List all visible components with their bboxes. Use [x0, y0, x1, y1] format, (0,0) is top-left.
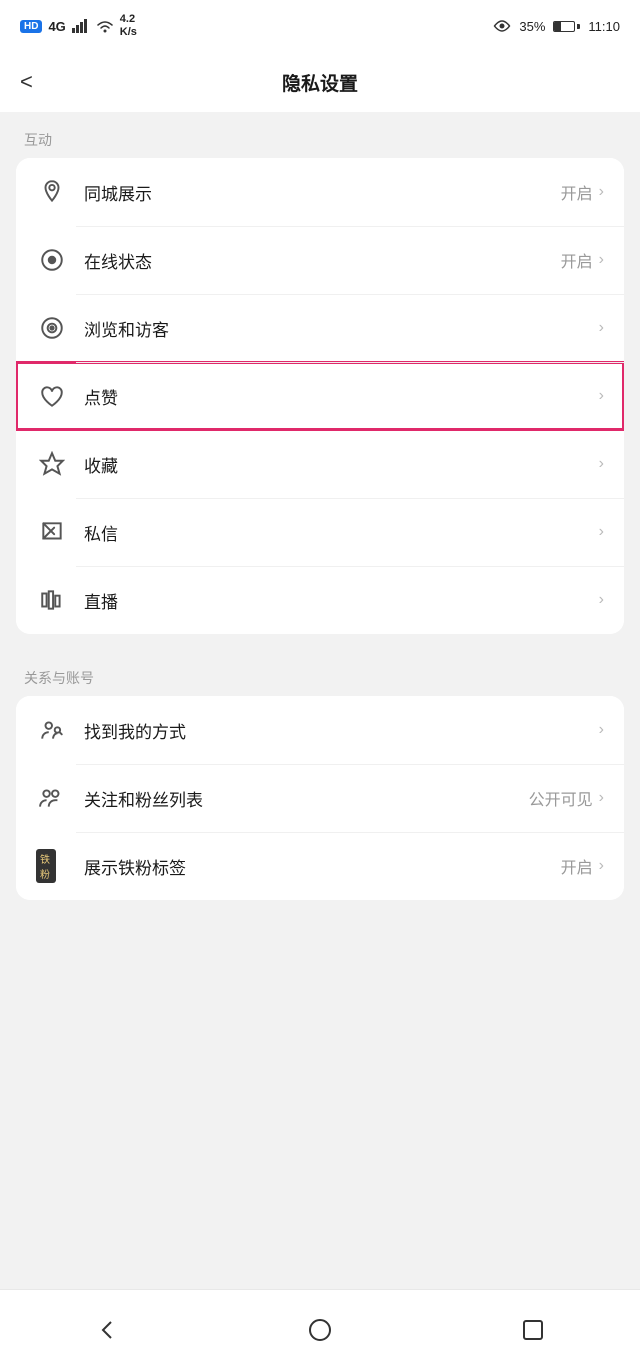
menu-item-liulan[interactable]: 浏览和访客 › [16, 294, 624, 362]
tiefan-badge: 铁粉 [36, 849, 56, 883]
zaixian-label: 在线状态 [84, 248, 561, 273]
tiefan-value: 开启 [561, 854, 593, 878]
status-right: 35% 11:10 [493, 19, 620, 34]
menu-item-dianzan[interactable]: 点赞 › [16, 362, 624, 430]
battery-percent: 35% [519, 19, 545, 34]
guanzhu-label: 关注和粉丝列表 [84, 786, 529, 811]
card-group-hudong: 同城展示 开启 › 在线状态 开启 › [16, 158, 624, 634]
online-icon [36, 244, 68, 276]
tongcheng-label: 同城展示 [84, 180, 561, 205]
menu-item-shoucang[interactable]: 收藏 › [16, 430, 624, 498]
tiefan-label: 展示铁粉标签 [84, 854, 561, 879]
section-label-hudong: 互动 [0, 112, 640, 158]
location-icon [36, 176, 68, 208]
battery-icon [553, 21, 580, 32]
zhibo-label: 直播 [84, 588, 593, 613]
sixin-label: 私信 [84, 520, 593, 545]
menu-item-zhaodao[interactable]: 找到我的方式 › [16, 696, 624, 764]
star-icon [36, 448, 68, 480]
section-label-guanxi: 关系与账号 [0, 650, 640, 696]
guanzhu-chevron: › [599, 789, 604, 807]
guanzhu-value: 公开可见 [529, 786, 593, 810]
nav-square-button[interactable] [508, 1305, 558, 1355]
eye-icon [493, 19, 511, 33]
content-area: 互动 同城展示 开启 › 在线状态 开启 › [0, 112, 640, 916]
menu-item-guanzhu[interactable]: 关注和粉丝列表 公开可见 › [16, 764, 624, 832]
menu-item-sixin[interactable]: 私信 › [16, 498, 624, 566]
signal-text: 4G [48, 19, 65, 34]
time: 11:10 [588, 19, 620, 34]
menu-item-tiefan[interactable]: 铁粉 展示铁粉标签 开启 › [16, 832, 624, 900]
wifi-icon [96, 19, 114, 33]
sixin-chevron: › [599, 523, 604, 541]
top-nav: < 隐私设置 [0, 52, 640, 112]
message-icon [36, 516, 68, 548]
status-left: HD 4G 4.2K/s [20, 13, 137, 39]
zhaodao-chevron: › [599, 721, 604, 739]
nav-back-button[interactable] [82, 1305, 132, 1355]
bottom-nav [0, 1289, 640, 1369]
tiefan-chevron: › [599, 857, 604, 875]
browse-icon [36, 312, 68, 344]
liulan-label: 浏览和访客 [84, 316, 593, 341]
shoucang-label: 收藏 [84, 452, 593, 477]
zaixian-value: 开启 [561, 248, 593, 272]
tongcheng-value: 开启 [561, 180, 593, 204]
zhaodao-label: 找到我的方式 [84, 718, 593, 743]
follow-icon [36, 782, 68, 814]
live-icon [36, 584, 68, 616]
card-group-guanxi: 找到我的方式 › 关注和粉丝列表 公开可见 › 铁粉 展示铁粉标签 [16, 696, 624, 900]
menu-item-zhibo[interactable]: 直播 › [16, 566, 624, 634]
signal-icon [72, 19, 90, 33]
zhibo-chevron: › [599, 591, 604, 609]
zaixian-chevron: › [599, 251, 604, 269]
dianzan-label: 点赞 [84, 384, 593, 409]
tongcheng-chevron: › [599, 183, 604, 201]
liulan-chevron: › [599, 319, 604, 337]
menu-item-tongcheng[interactable]: 同城展示 开启 › [16, 158, 624, 226]
tiefan-icon: 铁粉 [36, 850, 68, 882]
findme-icon [36, 714, 68, 746]
network-speed: 4.2K/s [120, 13, 137, 39]
status-bar: HD 4G 4.2K/s 35% 11:10 [0, 0, 640, 52]
menu-item-zaixian[interactable]: 在线状态 开启 › [16, 226, 624, 294]
dianzan-chevron: › [599, 387, 604, 405]
page-title: 隐私设置 [0, 69, 640, 96]
nav-home-button[interactable] [295, 1305, 345, 1355]
back-button[interactable]: < [20, 69, 33, 95]
shoucang-chevron: › [599, 455, 604, 473]
hd-badge: HD [20, 20, 42, 33]
like-icon [36, 380, 68, 412]
